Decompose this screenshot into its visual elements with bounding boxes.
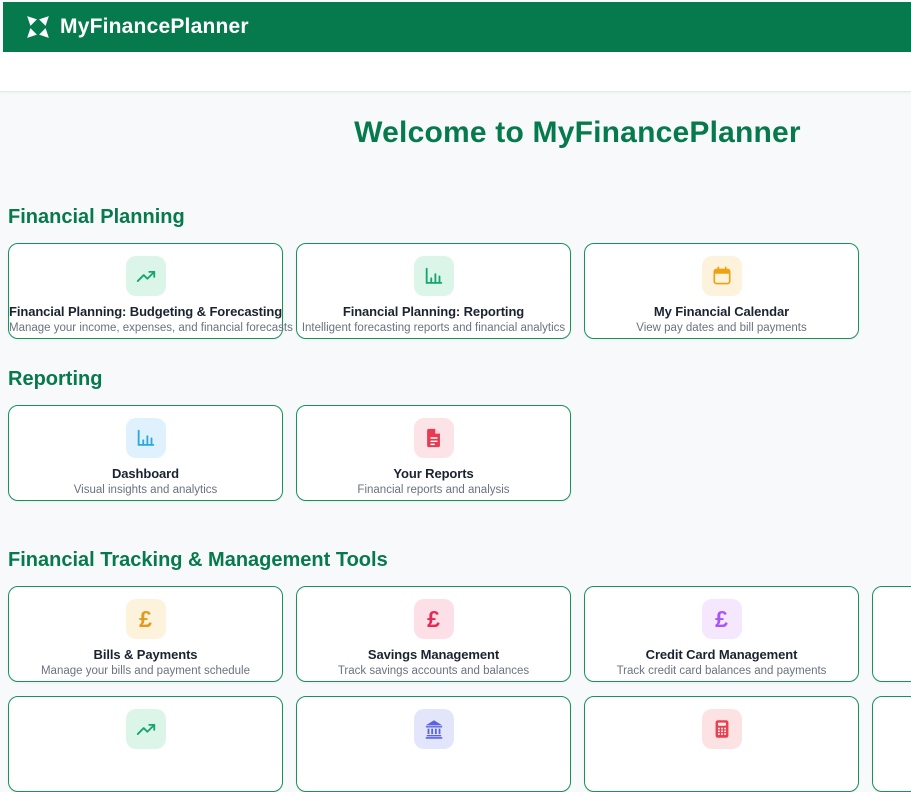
card-tracking-partial-right-row2[interactable]	[872, 696, 911, 792]
card-title: Bills & Payments	[9, 647, 282, 662]
card-tracking-bank[interactable]	[296, 696, 571, 792]
pound-icon: £	[414, 599, 454, 639]
card-title: Financial Planning: Reporting	[297, 304, 570, 319]
calculator-icon	[702, 709, 742, 749]
card-budgeting-forecasting[interactable]: Financial Planning: Budgeting & Forecast…	[8, 243, 283, 339]
card-financial-planning-reporting[interactable]: Financial Planning: Reporting Intelligen…	[296, 243, 571, 339]
card-subtitle: Track savings accounts and balances	[297, 665, 570, 677]
main-content: Welcome to MyFinancePlanner Financial Pl…	[8, 92, 911, 792]
pound-icon: £	[702, 599, 742, 639]
file-text-icon	[414, 418, 454, 458]
card-bills-payments[interactable]: £ Bills & Payments Manage your bills and…	[8, 586, 283, 682]
toolbar	[0, 52, 911, 92]
card-title: My Financial Calendar	[585, 304, 858, 319]
welcome-heading: Welcome to MyFinancePlanner	[8, 114, 911, 152]
card-tracking-growth[interactable]	[8, 696, 283, 792]
card-my-financial-calendar[interactable]: My Financial Calendar View pay dates and…	[584, 243, 859, 339]
tracking-tools-grid: £ Bills & Payments Manage your bills and…	[8, 586, 911, 792]
card-your-reports[interactable]: Your Reports Financial reports and analy…	[296, 405, 571, 501]
card-title: Financial Planning: Budgeting & Forecast…	[9, 304, 282, 319]
card-title: Your Reports	[297, 466, 570, 481]
card-subtitle: Visual insights and analytics	[9, 484, 282, 496]
app-title: MyFinancePlanner	[60, 15, 249, 39]
section-title-financial-planning: Financial Planning	[8, 206, 911, 228]
card-subtitle: Manage your income, expenses, and financ…	[9, 322, 282, 334]
pinwheel-x-icon	[25, 14, 51, 40]
card-title: Dashboard	[9, 466, 282, 481]
card-credit-card-management[interactable]: £ Credit Card Management Track credit ca…	[584, 586, 859, 682]
bar-chart-icon	[126, 418, 166, 458]
reporting-grid: Dashboard Visual insights and analytics …	[8, 405, 911, 501]
card-subtitle: Manage your bills and payment schedule	[9, 665, 282, 677]
section-title-reporting: Reporting	[8, 368, 911, 390]
card-title: Savings Management	[297, 647, 570, 662]
card-subtitle: View pay dates and bill payments	[585, 322, 858, 334]
brand[interactable]: MyFinancePlanner	[25, 14, 249, 40]
financial-planning-grid: Financial Planning: Budgeting & Forecast…	[8, 243, 911, 339]
card-title: Credit Card Management	[585, 647, 858, 662]
card-subtitle: Track credit card balances and payments	[585, 665, 858, 677]
card-tracking-partial-right-row1[interactable]	[872, 586, 911, 682]
card-tracking-calculator[interactable]	[584, 696, 859, 792]
card-subtitle: Intelligent forecasting reports and fina…	[297, 322, 570, 334]
section-title-tracking-tools: Financial Tracking & Management Tools	[8, 549, 911, 571]
landmark-icon	[414, 709, 454, 749]
trending-up-icon	[126, 256, 166, 296]
app-header: MyFinancePlanner	[3, 2, 911, 52]
card-dashboard[interactable]: Dashboard Visual insights and analytics	[8, 405, 283, 501]
pound-icon: £	[126, 599, 166, 639]
card-savings-management[interactable]: £ Savings Management Track savings accou…	[296, 586, 571, 682]
trending-up-icon	[126, 709, 166, 749]
card-subtitle: Financial reports and analysis	[297, 484, 570, 496]
bar-chart-icon	[414, 256, 454, 296]
calendar-icon	[702, 256, 742, 296]
